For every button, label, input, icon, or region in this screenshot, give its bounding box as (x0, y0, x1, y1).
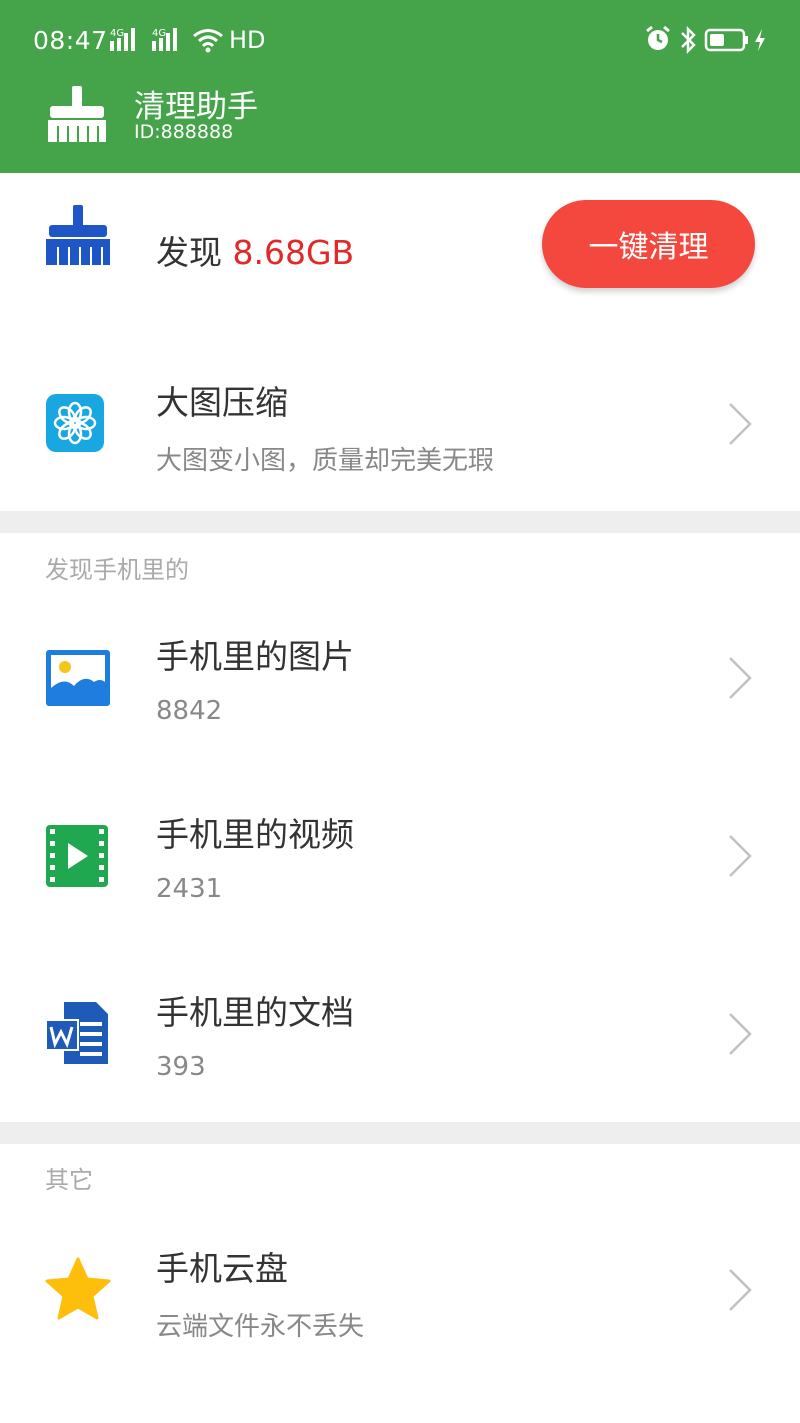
item-count: 393 (156, 1052, 206, 1082)
app-title: 清理助手 (134, 89, 258, 125)
list-item-cloud-disk[interactable]: 手机云盘 云端文件永不丢失 (0, 1212, 800, 1372)
signal-icon: 4G (110, 28, 135, 51)
app-user-id: ID:888888 (134, 121, 234, 143)
list-item-videos[interactable]: 手机里的视频 2431 (0, 778, 800, 938)
document-icon (45, 1002, 108, 1064)
hd-indicator: HD (229, 26, 266, 54)
chevron-right-icon (729, 403, 752, 445)
item-count: 8842 (156, 696, 223, 726)
broom-logo-icon (48, 86, 106, 142)
signal-icon: 4G (152, 28, 177, 51)
section-label-phone: 发现手机里的 (45, 556, 189, 584)
status-time: 08:47 (33, 26, 108, 55)
chevron-right-icon (729, 835, 752, 877)
junk-summary: 发现 8.68GB (156, 226, 354, 274)
broom-icon (46, 205, 110, 265)
section-divider (0, 1122, 800, 1144)
alarm-icon (646, 25, 670, 50)
item-count: 2431 (156, 874, 223, 904)
list-item-images[interactable]: 手机里的图片 8842 (0, 600, 800, 760)
wifi-icon (193, 29, 223, 53)
app-header: 08:47 4G 4G HD 清理助手 ID:888888 (0, 0, 800, 173)
charging-icon (755, 29, 765, 51)
section-label-other: 其它 (45, 1166, 93, 1194)
compress-subtitle: 大图变小图，质量却完美无瑕 (156, 446, 495, 476)
item-title: 手机里的视频 (156, 815, 354, 854)
status-bar: 08:47 4G 4G HD (0, 0, 800, 80)
item-title: 手机里的图片 (156, 637, 354, 676)
star-icon (45, 1257, 111, 1320)
junk-size: 8.68GB (232, 233, 355, 272)
item-subtitle: 云端文件永不丢失 (156, 1312, 365, 1342)
svg-text:4G: 4G (152, 28, 166, 39)
chevron-right-icon (729, 657, 752, 699)
chevron-right-icon (729, 1269, 752, 1311)
video-icon (46, 825, 108, 887)
image-icon (46, 650, 110, 706)
one-click-clean-button[interactable]: 一键清理 (542, 200, 755, 288)
svg-text:4G: 4G (110, 28, 124, 39)
bluetooth-icon (681, 25, 696, 55)
compress-title: 大图压缩 (156, 383, 288, 422)
item-title: 手机里的文档 (156, 993, 354, 1032)
flower-icon (46, 394, 104, 452)
section-divider (0, 511, 800, 533)
summary-prefix: 发现 (156, 233, 222, 272)
compress-row[interactable]: 大图压缩 大图变小图，质量却完美无瑕 (0, 340, 800, 510)
chevron-right-icon (729, 1013, 752, 1055)
list-item-documents[interactable]: 手机里的文档 393 (0, 956, 800, 1116)
battery-icon (704, 28, 748, 52)
item-title: 手机云盘 (156, 1249, 288, 1288)
